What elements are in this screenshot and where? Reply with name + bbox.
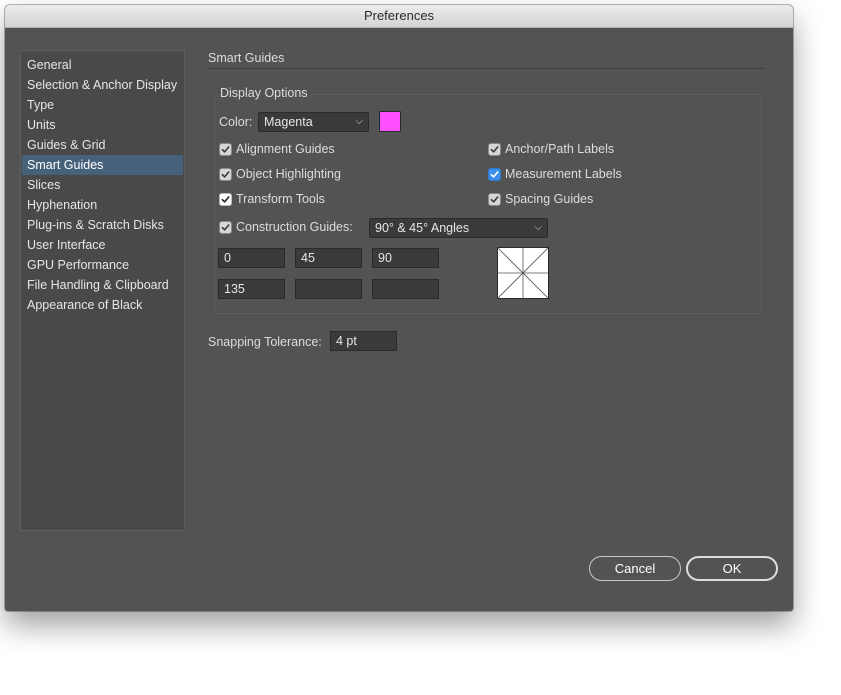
sidebar-item-user-interface[interactable]: User Interface bbox=[22, 235, 183, 255]
spacing-guides-label: Spacing Guides bbox=[505, 192, 594, 206]
sidebar-item-plugins-scratch-disks[interactable]: Plug-ins & Scratch Disks bbox=[22, 215, 183, 235]
sidebar-item-units[interactable]: Units bbox=[22, 115, 183, 135]
angle-field-6[interactable] bbox=[372, 279, 439, 299]
angle-field-4[interactable]: 135 bbox=[218, 279, 285, 299]
construction-guides-checkbox[interactable] bbox=[219, 221, 232, 234]
section-title: Smart Guides bbox=[208, 51, 285, 65]
checkmark-icon bbox=[221, 196, 230, 203]
measurement-labels-label: Measurement Labels bbox=[505, 167, 622, 181]
construction-angles-value: 90° & 45° Angles bbox=[375, 221, 470, 235]
chevron-down-icon: ⌵ bbox=[355, 116, 363, 127]
preferences-window: Preferences General Selection & Anchor D… bbox=[5, 5, 793, 611]
transform-tools-label: Transform Tools bbox=[236, 192, 325, 206]
spacing-guides-checkbox[interactable] bbox=[488, 193, 501, 206]
checkmark-icon bbox=[490, 196, 499, 203]
sidebar-item-slices[interactable]: Slices bbox=[22, 175, 183, 195]
preferences-sidebar: General Selection & Anchor Display Type … bbox=[20, 50, 185, 531]
sidebar-item-guides-grid[interactable]: Guides & Grid bbox=[22, 135, 183, 155]
anchor-path-labels-checkbox[interactable] bbox=[488, 143, 501, 156]
construction-guides-label: Construction Guides: bbox=[236, 220, 353, 234]
alignment-guides-checkbox[interactable] bbox=[219, 143, 232, 156]
sidebar-item-gpu-performance[interactable]: GPU Performance bbox=[22, 255, 183, 275]
sidebar-item-hyphenation[interactable]: Hyphenation bbox=[22, 195, 183, 215]
display-options-title: Display Options bbox=[218, 86, 310, 100]
angle-field-2[interactable]: 45 bbox=[295, 248, 362, 268]
color-select[interactable]: Magenta ⌵ bbox=[258, 112, 369, 132]
snapping-tolerance-field[interactable]: 4 pt bbox=[330, 331, 397, 351]
sidebar-item-smart-guides[interactable]: Smart Guides bbox=[22, 155, 183, 175]
sidebar-item-file-handling-clipboard[interactable]: File Handling & Clipboard bbox=[22, 275, 183, 295]
angle-field-3[interactable]: 90 bbox=[372, 248, 439, 268]
color-label: Color: bbox=[219, 115, 253, 129]
checkmark-icon bbox=[221, 171, 230, 178]
object-highlighting-checkbox[interactable] bbox=[219, 168, 232, 181]
transform-tools-checkbox[interactable] bbox=[219, 193, 232, 206]
sidebar-item-type[interactable]: Type bbox=[22, 95, 183, 115]
angle-field-1[interactable]: 0 bbox=[218, 248, 285, 268]
color-select-value: Magenta bbox=[264, 115, 313, 129]
angle-field-5[interactable] bbox=[295, 279, 362, 299]
section-divider bbox=[208, 68, 764, 69]
checkmark-icon bbox=[221, 146, 230, 153]
checkmark-icon bbox=[490, 171, 499, 178]
sidebar-item-appearance-of-black[interactable]: Appearance of Black bbox=[22, 295, 183, 315]
snapping-tolerance-label: Snapping Tolerance: bbox=[208, 335, 322, 349]
color-swatch[interactable] bbox=[379, 111, 401, 132]
object-highlighting-label: Object Highlighting bbox=[236, 167, 341, 181]
construction-angles-select[interactable]: 90° & 45° Angles ⌵ bbox=[369, 218, 548, 238]
checkmark-icon bbox=[221, 224, 230, 231]
window-title: Preferences bbox=[5, 5, 793, 28]
sidebar-item-selection-anchor-display[interactable]: Selection & Anchor Display bbox=[22, 75, 183, 95]
sidebar-item-general[interactable]: General bbox=[22, 55, 183, 75]
angle-lines-icon bbox=[497, 247, 549, 299]
anchor-path-labels-label: Anchor/Path Labels bbox=[505, 142, 615, 156]
alignment-guides-label: Alignment Guides bbox=[236, 142, 335, 156]
measurement-labels-checkbox[interactable] bbox=[488, 168, 501, 181]
chevron-down-icon: ⌵ bbox=[534, 222, 542, 233]
ok-button[interactable]: OK bbox=[686, 556, 778, 581]
angles-preview bbox=[497, 247, 549, 299]
cancel-button[interactable]: Cancel bbox=[589, 556, 681, 581]
checkmark-icon bbox=[490, 146, 499, 153]
